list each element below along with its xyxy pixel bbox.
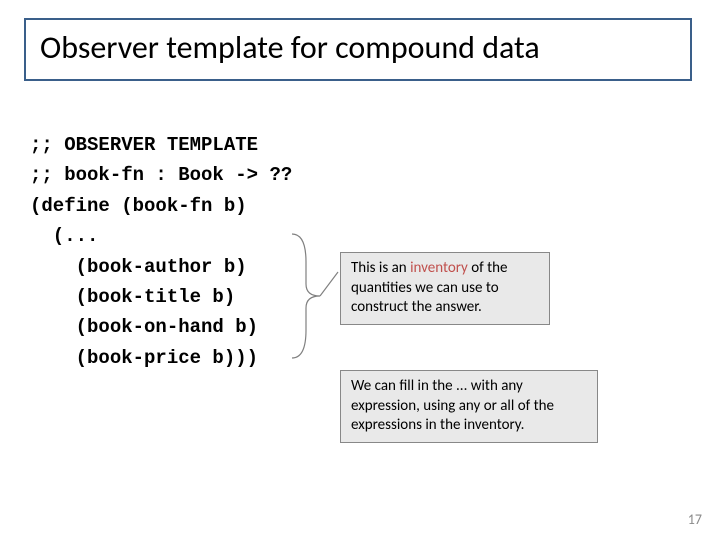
code-line: (define (book-fn b) <box>30 195 247 217</box>
note-inventory: This is an inventory of the quantities w… <box>340 252 550 325</box>
code-line: (book-price b))) <box>30 347 258 369</box>
code-block: ;; OBSERVER TEMPLATE ;; book-fn : Book -… <box>30 130 292 373</box>
code-line: (book-author b) <box>30 256 247 278</box>
slide-title: Observer template for compound data <box>40 30 676 65</box>
code-line: (book-title b) <box>30 286 235 308</box>
note-fill-in: We can fill in the ... with any expressi… <box>340 370 598 443</box>
bracket-icon <box>282 232 340 360</box>
code-line: ;; book-fn : Book -> ?? <box>30 164 292 186</box>
title-box: Observer template for compound data <box>24 18 692 81</box>
code-line: (... <box>30 225 98 247</box>
code-line: (book-on-hand b) <box>30 316 258 338</box>
note-highlight: inventory <box>410 259 468 277</box>
page-number: 17 <box>688 511 702 528</box>
code-line: ;; OBSERVER TEMPLATE <box>30 134 258 156</box>
note-text: This is an <box>351 259 410 277</box>
note-text: We can fill in the ... with any expressi… <box>351 377 554 434</box>
